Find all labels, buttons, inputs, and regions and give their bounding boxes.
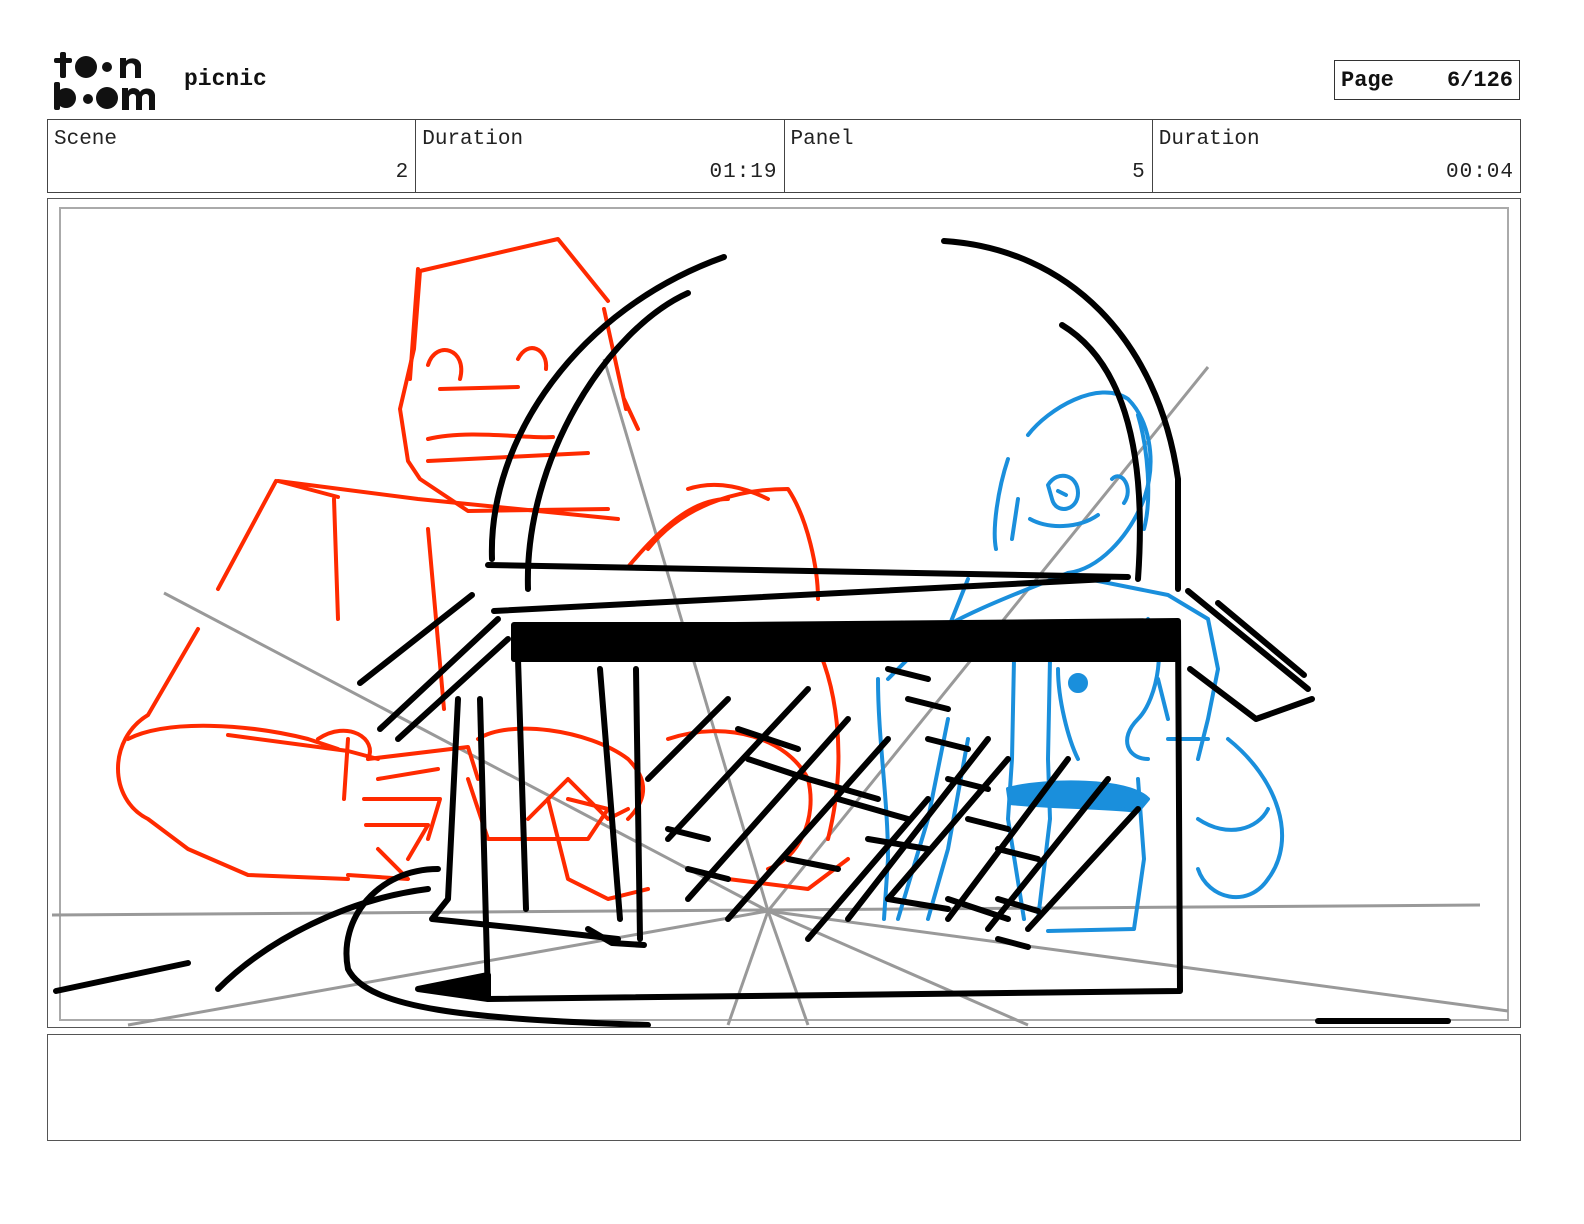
scene-duration-value: 01:19: [709, 161, 778, 184]
project-title: picnic: [184, 66, 267, 92]
storyboard-panel: [47, 198, 1521, 1028]
scene-info-row: Scene 2 Duration 01:19 Panel 5 Duration …: [47, 119, 1521, 193]
panel-notes-box[interactable]: [47, 1034, 1521, 1141]
page-number: 6/126: [1446, 67, 1513, 93]
page-indicator: Page 6/126: [1334, 60, 1520, 100]
panel-value: 5: [1132, 161, 1146, 184]
panel-label: Panel: [790, 128, 854, 151]
safe-area-frame: [59, 207, 1509, 1021]
toon-boom-logo: [54, 52, 155, 110]
scene-duration-cell: Duration 01:19: [416, 120, 785, 192]
panel-cell: Panel 5: [785, 120, 1153, 192]
page-label: Page: [1341, 67, 1394, 93]
panel-sketch: [51, 207, 1509, 1027]
scene-cell: Scene 2: [48, 120, 417, 192]
perspective-guides: [51, 358, 1509, 1027]
scene-value: 2: [395, 161, 410, 184]
panel-duration-label: Duration: [1158, 128, 1260, 151]
panel-duration-cell: Duration 00:04: [1153, 120, 1520, 192]
scene-duration-label: Duration: [422, 128, 524, 151]
scene-label: Scene: [54, 128, 118, 151]
panel-duration-value: 00:04: [1445, 161, 1514, 184]
